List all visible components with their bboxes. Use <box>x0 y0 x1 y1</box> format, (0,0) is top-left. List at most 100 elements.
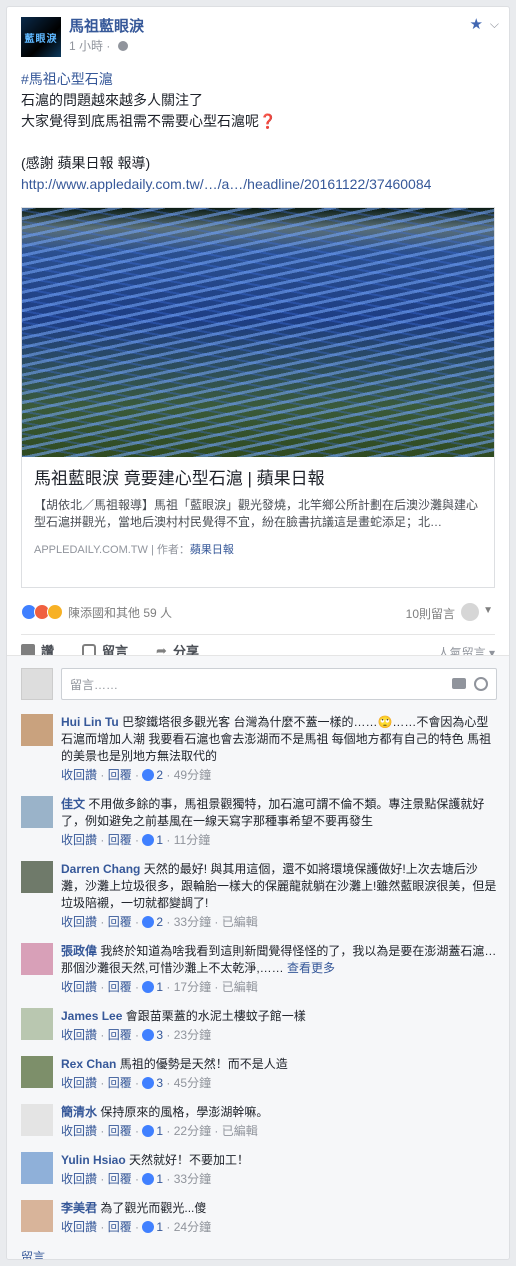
commenter-name-link[interactable]: Hui Lin Tu <box>61 715 119 729</box>
like-icon <box>142 1125 155 1137</box>
reply-link[interactable]: 回覆 <box>108 768 132 782</box>
comment-like-count[interactable]: 3 <box>142 1076 163 1090</box>
wow-reaction-icon[interactable] <box>47 604 63 620</box>
comment-input[interactable]: 留言…… <box>61 668 497 700</box>
commenter-avatar[interactable] <box>21 861 53 893</box>
reply-link[interactable]: 回覆 <box>108 915 132 929</box>
like-icon <box>142 1029 155 1041</box>
commenter-name-link[interactable]: Rex Chan <box>61 1057 116 1071</box>
commenter-avatar[interactable] <box>21 943 53 975</box>
author-link[interactable]: 蘋果日報 <box>190 544 234 556</box>
edited-label[interactable]: 已編輯 <box>222 1124 258 1138</box>
edited-label[interactable]: 已編輯 <box>222 915 258 929</box>
reply-link[interactable]: 回覆 <box>108 1220 132 1234</box>
comment-item: 簡清水 保持原來的風格，學澎湖幹嘛。 收回讚 · 回覆 · 1 · 22分鐘 · … <box>21 1104 497 1140</box>
commenter-avatar[interactable] <box>21 1008 53 1040</box>
globe-icon <box>117 41 128 51</box>
comment-like-count[interactable]: 1 <box>142 980 163 994</box>
post-timestamp[interactable]: 1 小時 <box>69 39 103 53</box>
chevron-down-icon[interactable]: ⌵ <box>490 17 499 32</box>
commenter-name-link[interactable]: Yulin Hsiao <box>61 1153 126 1167</box>
comment-composer: 留言…… <box>21 666 497 702</box>
article-link[interactable]: http://www.appledaily.com.tw/…/a…/headli… <box>21 174 495 195</box>
more-comments-link[interactable]: 留言…… <box>21 1248 497 1259</box>
comment-text: 巴黎鐵塔很多觀光客 台灣為什麼不蓋一樣的……🙄……不會因為心型石滬而增加人潮 我… <box>61 715 492 763</box>
like-icon <box>142 1077 155 1089</box>
comment-like-count[interactable]: 1 <box>142 1172 163 1186</box>
reply-link[interactable]: 回覆 <box>108 833 132 847</box>
viewer-avatar[interactable] <box>461 603 479 621</box>
page-name-link[interactable]: 馬祖藍眼淚 <box>69 17 144 37</box>
comment-timestamp[interactable]: 22分鐘 <box>174 1124 211 1138</box>
commenter-avatar[interactable] <box>21 796 53 828</box>
comment-like-count[interactable]: 2 <box>142 915 163 929</box>
comment-actions: 收回讚 · 回覆 · 2 · 33分鐘 · 已編輯 <box>61 915 258 929</box>
unlike-link[interactable]: 收回讚 <box>61 833 97 847</box>
unlike-link[interactable]: 收回讚 <box>61 1172 97 1186</box>
hashtag-link[interactable]: #馬祖心型石滬 <box>21 69 495 90</box>
emoji-icon[interactable] <box>474 677 488 691</box>
reply-link[interactable]: 回覆 <box>108 1172 132 1186</box>
commenter-name-link[interactable]: James Lee <box>61 1009 122 1023</box>
reply-link[interactable]: 回覆 <box>108 1028 132 1042</box>
comment-timestamp[interactable]: 17分鐘 <box>174 980 211 994</box>
like-icon <box>142 834 155 846</box>
commenter-name-link[interactable]: Darren Chang <box>61 862 140 876</box>
page-avatar[interactable]: 藍眼淚 <box>21 17 61 57</box>
comment-timestamp[interactable]: 45分鐘 <box>174 1076 211 1090</box>
reply-link[interactable]: 回覆 <box>108 1076 132 1090</box>
commenter-avatar[interactable] <box>21 1200 53 1232</box>
unlike-link[interactable]: 收回讚 <box>61 768 97 782</box>
commenter-avatar[interactable] <box>21 1056 53 1088</box>
link-preview-title[interactable]: 馬祖藍眼淚 竟要建心型石滬 | 蘋果日報 <box>22 457 494 491</box>
comment-like-count[interactable]: 1 <box>142 1124 163 1138</box>
see-more-link[interactable]: 查看更多 <box>287 961 335 975</box>
unlike-link[interactable]: 收回讚 <box>61 980 97 994</box>
commenter-name-link[interactable]: 李美君 <box>61 1201 97 1215</box>
comment-timestamp[interactable]: 11分鐘 <box>174 833 210 847</box>
camera-icon[interactable] <box>452 678 466 689</box>
comment-like-count[interactable]: 3 <box>142 1028 163 1042</box>
post-line-2: 大家覺得到底馬祖需不需要心型石滬呢 <box>21 113 259 129</box>
comment-item: Rex Chan 馬祖的優勢是天然！而不是人造 收回讚 · 回覆 · 3 · 45… <box>21 1056 497 1092</box>
unlike-link[interactable]: 收回讚 <box>61 1028 97 1042</box>
comment-timestamp[interactable]: 33分鐘 <box>174 915 211 929</box>
unlike-link[interactable]: 收回讚 <box>61 1124 97 1138</box>
reaction-names[interactable]: 陳添國和其他 59 人 <box>68 604 172 621</box>
reply-link[interactable]: 回覆 <box>108 1124 132 1138</box>
reply-link[interactable]: 回覆 <box>108 980 132 994</box>
unlike-link[interactable]: 收回讚 <box>61 1220 97 1234</box>
comment-actions: 收回讚 · 回覆 · 1 · 22分鐘 · 已編輯 <box>61 1124 258 1138</box>
commenter-avatar[interactable] <box>21 714 53 746</box>
link-preview[interactable]: 馬祖藍眼淚 竟要建心型石滬 | 蘋果日報 【胡依北／馬祖報導】馬祖「藍眼淚」觀光… <box>21 207 495 588</box>
author-label: 作者： <box>156 544 190 556</box>
commenter-name-link[interactable]: 佳文 <box>61 797 85 811</box>
comment-actions: 收回讚 · 回覆 · 1 · 11分鐘 <box>61 833 211 847</box>
comment-like-count[interactable]: 1 <box>142 1220 163 1234</box>
commenter-avatar[interactable] <box>21 1104 53 1136</box>
unlike-link[interactable]: 收回讚 <box>61 1076 97 1090</box>
caret-down-icon[interactable]: ▼ <box>483 605 493 616</box>
comment-timestamp[interactable]: 24分鐘 <box>174 1220 211 1234</box>
comment-timestamp[interactable]: 23分鐘 <box>174 1028 211 1042</box>
comment-actions: 收回讚 · 回覆 · 2 · 49分鐘 <box>61 768 212 782</box>
post-header: 藍眼淚 馬祖藍眼淚 1 小時 · ★ ⌵ <box>7 7 509 63</box>
comment-item: Yulin Hsiao 天然就好！不要加工！ 收回讚 · 回覆 · 1 · 33分… <box>21 1152 497 1188</box>
comment-timestamp[interactable]: 49分鐘 <box>174 768 211 782</box>
comment-count[interactable]: 10則留言 <box>406 605 455 622</box>
comment-actions: 收回讚 · 回覆 · 1 · 33分鐘 <box>61 1172 212 1186</box>
link-preview-image[interactable] <box>22 208 494 457</box>
commenter-name-link[interactable]: 張政偉 <box>61 944 97 958</box>
comment-item: Hui Lin Tu 巴黎鐵塔很多觀光客 台灣為什麼不蓋一樣的……🙄……不會因為… <box>21 714 497 784</box>
edited-label[interactable]: 已編輯 <box>222 980 258 994</box>
unlike-link[interactable]: 收回讚 <box>61 915 97 929</box>
commenter-name-link[interactable]: 簡清水 <box>61 1105 97 1119</box>
comment-like-count[interactable]: 1 <box>142 833 163 847</box>
comment-item: 張政偉 我終於知道為啥我看到這則新聞覺得怪怪的了，我以為是要在澎湖蓋石滬…那個沙… <box>21 943 497 996</box>
comment-actions: 收回讚 · 回覆 · 1 · 17分鐘 · 已編輯 <box>61 980 258 994</box>
star-icon[interactable]: ★ <box>470 15 483 33</box>
like-icon <box>142 916 155 928</box>
comment-like-count[interactable]: 2 <box>142 768 163 782</box>
comment-timestamp[interactable]: 33分鐘 <box>174 1172 211 1186</box>
commenter-avatar[interactable] <box>21 1152 53 1184</box>
